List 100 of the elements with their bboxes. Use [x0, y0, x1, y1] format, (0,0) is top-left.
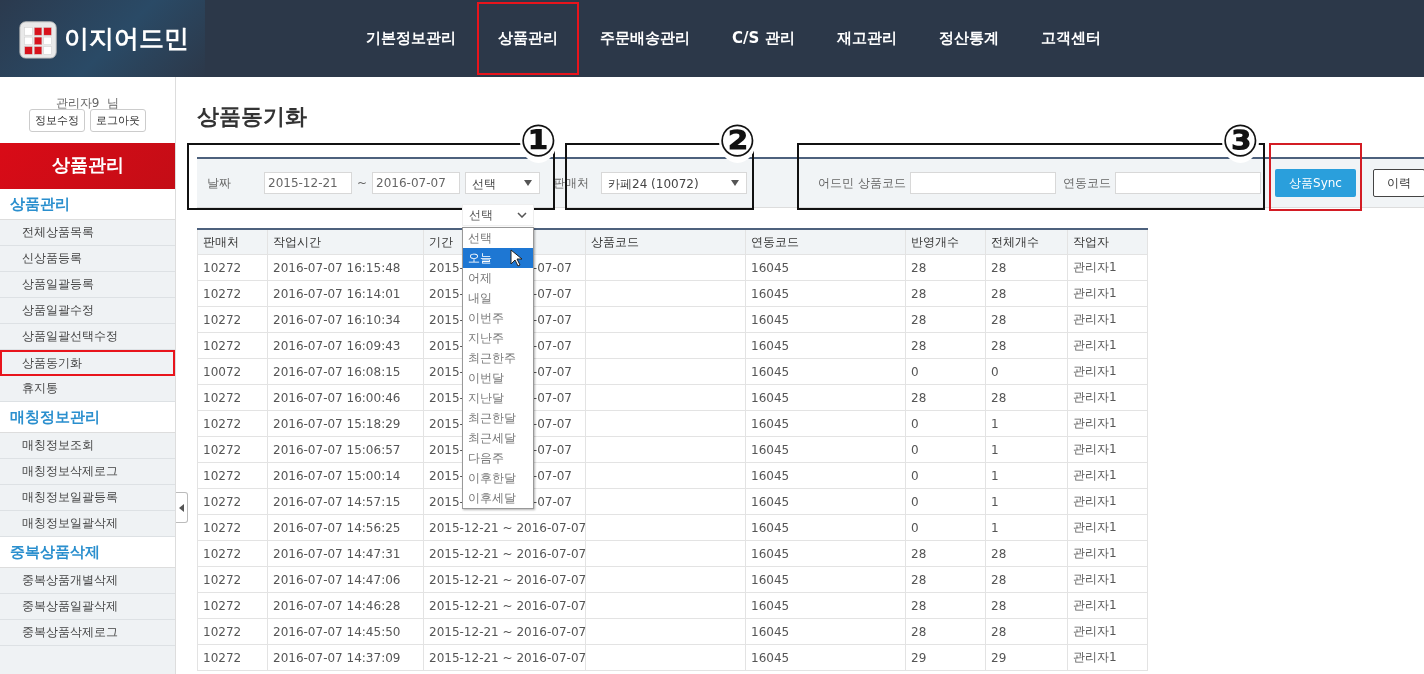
menu-item[interactable]: 신상품등록	[0, 246, 175, 272]
table-cell: 28	[905, 332, 986, 359]
period-dropdown[interactable]: 선택	[462, 204, 534, 226]
menu-item[interactable]: 전체상품목록	[0, 220, 175, 246]
dropdown-option[interactable]: 지난달	[463, 388, 533, 408]
dropdown-option[interactable]: 선택	[463, 228, 533, 248]
dropdown-option[interactable]: 내일	[463, 288, 533, 308]
table-cell: 2016-07-07 14:57:15	[267, 488, 424, 515]
menu-item[interactable]: 상품일괄등록	[0, 272, 175, 298]
nav-tab[interactable]: 상품관리	[477, 2, 579, 75]
table-cell: 2016-07-07 14:56:25	[267, 514, 424, 541]
dropdown-option[interactable]: 최근세달	[463, 428, 533, 448]
table-cell: 10272	[197, 462, 268, 489]
table-cell: 16045	[745, 592, 906, 619]
table-cell: 2015-12-21 ~ 2016-07-07	[423, 592, 586, 619]
link-code-field[interactable]	[1114, 172, 1261, 194]
nav-tab[interactable]: 재고관리	[815, 2, 918, 75]
chevron-icon	[517, 212, 527, 218]
menu-item[interactable]: 상품일괄수정	[0, 298, 175, 324]
nav-tab[interactable]: C/S 관리	[711, 2, 816, 75]
table-cell: 관리자1	[1067, 436, 1148, 463]
menu-item[interactable]: 상품동기화	[0, 350, 175, 376]
table-cell: 관리자1	[1067, 566, 1148, 593]
table-cell: 10272	[197, 566, 268, 593]
nav-tab[interactable]: 정산통계	[917, 2, 1020, 75]
dropdown-option[interactable]: 최근한주	[463, 348, 533, 368]
menu-item[interactable]: 중복상품일괄삭제	[0, 594, 175, 620]
menu-item[interactable]: 중복상품삭제로그	[0, 620, 175, 646]
logo-text: 이지어드민	[64, 23, 189, 55]
dropdown-option[interactable]: 오늘	[463, 248, 533, 268]
date-from-field[interactable]: 2015-12-21	[264, 172, 352, 194]
dropdown-option[interactable]: 이후세달	[463, 488, 533, 508]
table-cell: 10272	[197, 644, 268, 671]
table-cell-text: -07-07	[532, 312, 572, 327]
table-cell: 29	[905, 644, 986, 671]
column-header: 전체개수	[985, 229, 1068, 255]
account-button[interactable]: 정보수정	[29, 109, 85, 132]
table-cell: 0	[905, 514, 986, 541]
table-cell: 1	[985, 462, 1068, 489]
table-cell-text: 2015-	[429, 260, 464, 275]
column-header: 작업시간	[267, 229, 424, 255]
table-cell: 16045	[745, 462, 906, 489]
dropdown-option[interactable]: 이번주	[463, 308, 533, 328]
caret-icon	[524, 180, 533, 186]
menu-item[interactable]: 매칭정보삭제로그	[0, 459, 175, 485]
table-cell: 2016-07-07 16:08:15	[267, 358, 424, 385]
menu-item[interactable]: 매칭정보일괄등록	[0, 485, 175, 511]
table-cell: 28	[985, 254, 1068, 281]
menu-item[interactable]: 중복상품개별삭제	[0, 568, 175, 594]
nav-tab[interactable]: 고객센터	[1019, 2, 1122, 75]
table-cell: 1	[985, 436, 1068, 463]
menu-section-title[interactable]: 중복상품삭제	[0, 537, 175, 568]
seller-select[interactable]: 카페24 (10072)	[601, 172, 747, 194]
menu-section-title[interactable]: 매칭정보관리	[0, 402, 175, 433]
menu-section-title[interactable]: 상품관리	[0, 189, 175, 220]
table-cell: 10272	[197, 306, 268, 333]
table-cell-text: 2015-	[429, 338, 464, 353]
account-button[interactable]: 로그아웃	[90, 109, 146, 132]
dropdown-option[interactable]: 다음주	[463, 448, 533, 468]
dropdown-option[interactable]: 지난주	[463, 328, 533, 348]
table-cell-text: -07-07	[532, 494, 572, 509]
table-cell-text: -07-07	[532, 260, 572, 275]
table-cell: 1	[985, 488, 1068, 515]
dropdown-option[interactable]: 최근한달	[463, 408, 533, 428]
table-cell: 16045	[745, 436, 906, 463]
menu-item[interactable]: 매칭정보조회	[0, 433, 175, 459]
table-cell: 2015-12-21 ~ 2016-07-07	[423, 644, 586, 671]
table-cell: 16045	[745, 384, 906, 411]
table-cell-text: 2015-	[429, 494, 464, 509]
dropdown-option[interactable]: 이후한달	[463, 468, 533, 488]
table-cell-text: 2015-	[429, 468, 464, 483]
table-cell: 관리자1	[1067, 384, 1148, 411]
table-cell: 28	[905, 566, 986, 593]
table-cell-text: -07-07	[532, 364, 572, 379]
table-cell: 28	[985, 280, 1068, 307]
table-cell: 0	[905, 436, 986, 463]
table-cell-text: 2015-	[429, 390, 464, 405]
history-button[interactable]: 이력	[1373, 169, 1424, 197]
table-cell: 10272	[197, 254, 268, 281]
nav-tab[interactable]: 주문배송관리	[579, 2, 711, 75]
table-cell: 2016-07-07 16:09:43	[267, 332, 424, 359]
table-cell: 2015-12-21 ~ 2016-07-07	[423, 566, 586, 593]
table-cell: 2016-07-07 16:15:48	[267, 254, 424, 281]
dropdown-option[interactable]: 어제	[463, 268, 533, 288]
admin-code-field[interactable]	[909, 172, 1056, 194]
date-to-field[interactable]: 2016-07-07	[372, 172, 461, 194]
table-cell: 28	[905, 540, 986, 567]
collapse-handle[interactable]	[176, 492, 188, 523]
table-cell: 관리자1	[1067, 488, 1148, 515]
table-cell: 2015-12-21 ~ 2016-07-07	[423, 514, 586, 541]
dropdown-option[interactable]: 이번달	[463, 368, 533, 388]
table-cell-text: -07-07	[532, 442, 572, 457]
table-cell: 10272	[197, 410, 268, 437]
table-cell: 28	[985, 306, 1068, 333]
period-select[interactable]: 선택	[465, 172, 541, 194]
table-cell: 10272	[197, 592, 268, 619]
nav-tab[interactable]: 기본정보관리	[345, 2, 477, 75]
table-cell-text: -07-07	[532, 390, 572, 405]
table-cell: 2015-12-21 ~ 2016-07-07	[423, 618, 586, 645]
table-cell: 16045	[745, 358, 906, 385]
